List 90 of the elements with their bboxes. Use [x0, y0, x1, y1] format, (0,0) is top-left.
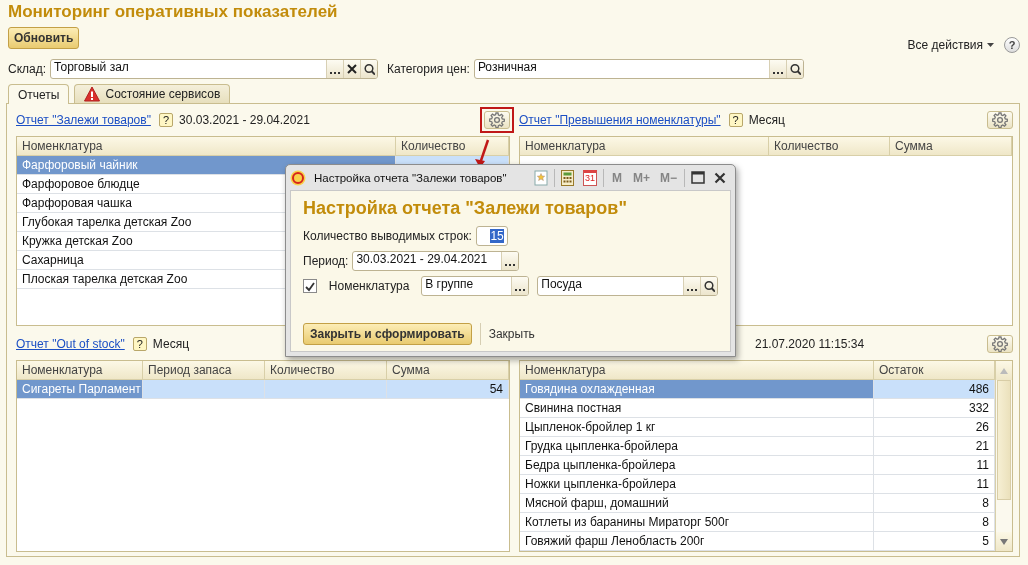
- scroll-down-icon: [1000, 538, 1008, 545]
- input-field[interactable]: 30.03.2021 - 29.04.2021: [352, 251, 520, 271]
- input-field[interactable]: Розничная: [473, 59, 804, 79]
- table-row[interactable]: Грудка цыпленка-бройлера 21: [520, 437, 995, 456]
- table-row[interactable]: Свинина постная 332: [520, 399, 995, 418]
- clear-icon: [347, 64, 358, 74]
- all-actions-menu[interactable]: Все действия: [907, 38, 994, 52]
- scrollbar[interactable]: [995, 361, 1012, 551]
- search-icon: [703, 280, 715, 292]
- input-field[interactable]: 15: [475, 226, 508, 246]
- search-icon: [788, 63, 801, 75]
- input-field[interactable]: Торговый зал: [50, 59, 379, 79]
- table-row[interactable]: Говяжий фарш Ленобласть 200г 5: [520, 532, 995, 551]
- tab[interactable]: Состояние сервисов: [74, 84, 231, 103]
- field-label: Категория цен:: [387, 62, 470, 76]
- table-cell: Бедра цыпленка-бройлера: [520, 456, 874, 475]
- table-cell: Котлеты из баранины Мираторг 500г: [520, 513, 874, 532]
- calendar-button[interactable]: 31: [580, 168, 599, 187]
- report-link[interactable]: Отчет "Залежи товаров": [16, 113, 151, 127]
- page-title: Мониторинг оперативных показателей: [7, 1, 339, 23]
- settings-icon: [489, 112, 505, 128]
- table-row[interactable]: Говядина охлажденная 486: [520, 380, 995, 399]
- choose-button[interactable]: [326, 60, 344, 78]
- table-cell: Ножки цыпленка-бройлера: [520, 475, 874, 494]
- search-button[interactable]: [700, 277, 717, 295]
- table-cell: Свинина постная: [520, 399, 874, 418]
- report-link[interactable]: Отчет "Превышения номенклатуры": [519, 113, 721, 127]
- field-label: Период:: [303, 254, 349, 268]
- caret-icon: [987, 43, 994, 47]
- tab[interactable]: Отчеты: [8, 84, 70, 104]
- report-period: Месяц: [152, 337, 190, 351]
- column-header[interactable]: Номенклатура: [520, 137, 769, 155]
- table-row[interactable]: Мясной фарш, домашний 8: [520, 494, 995, 513]
- help-button[interactable]: ?: [1004, 37, 1020, 53]
- column-header[interactable]: Номенклатура: [520, 361, 874, 379]
- table-cell: 486: [874, 380, 995, 399]
- search-icon: [363, 63, 376, 75]
- column-header[interactable]: Количество: [769, 137, 890, 155]
- input-field[interactable]: В группе: [421, 276, 530, 296]
- settings-button[interactable]: [987, 111, 1013, 129]
- column-header[interactable]: Количество: [396, 137, 509, 155]
- report-period: Месяц: [748, 113, 785, 127]
- table-cell: 54: [387, 380, 509, 399]
- app-logo-icon: [290, 169, 306, 186]
- warning-icon: [84, 86, 101, 102]
- report-link[interactable]: Отчет "Out of stock": [16, 337, 125, 351]
- calculator-icon: [561, 169, 575, 186]
- refresh-button[interactable]: Обновить: [8, 27, 80, 49]
- table-row[interactable]: Котлеты из баранины Мираторг 500г 8: [520, 513, 995, 532]
- clear-button[interactable]: [343, 60, 361, 78]
- choose-button[interactable]: [511, 277, 529, 295]
- table-cell: Грудка цыпленка-бройлера: [520, 437, 874, 456]
- help-button[interactable]: ?: [132, 337, 147, 351]
- settings-button[interactable]: [987, 335, 1013, 353]
- help-button[interactable]: ?: [728, 113, 743, 127]
- settings-icon: [992, 336, 1008, 352]
- checkbox[interactable]: [303, 279, 317, 293]
- column-header[interactable]: Сумма: [387, 361, 509, 379]
- choose-button[interactable]: [768, 60, 786, 78]
- scroll-up-icon: [1000, 367, 1008, 374]
- choose-button[interactable]: [683, 277, 700, 295]
- table-cell: Сигареты Парламент: [17, 380, 143, 399]
- table-row[interactable]: Бедра цыпленка-бройлера 11: [520, 456, 995, 475]
- close-link-button[interactable]: Закрыть: [479, 323, 537, 345]
- column-header[interactable]: Сумма: [890, 137, 1012, 155]
- column-header[interactable]: Номенклатура: [17, 361, 143, 379]
- column-header[interactable]: Период запаса: [143, 361, 265, 379]
- search-button[interactable]: [360, 60, 378, 78]
- help-button[interactable]: ?: [158, 113, 174, 127]
- maximize-icon: [691, 171, 705, 184]
- choose-button[interactable]: [501, 252, 519, 270]
- column-header[interactable]: Количество: [265, 361, 387, 379]
- submit-button[interactable]: Закрыть и сформировать: [303, 323, 472, 345]
- maximize-button[interactable]: [689, 168, 707, 187]
- report-period: 21.07.2020 11:15:34: [755, 337, 865, 351]
- checkmark-icon: [304, 280, 316, 292]
- table-row[interactable]: Сигареты Парламент 54: [17, 380, 509, 399]
- table-cell: Цыпленок-бройлер 1 кг: [520, 418, 874, 437]
- field-label: Склад:: [8, 62, 47, 76]
- table-row[interactable]: Цыпленок-бройлер 1 кг 26: [520, 418, 995, 437]
- table-row[interactable]: Ножки цыпленка-бройлера 11: [520, 475, 995, 494]
- calculator-button[interactable]: [558, 168, 577, 187]
- table-cell: Мясной фарш, домашний: [520, 494, 874, 513]
- close-icon: [714, 171, 726, 184]
- input-field[interactable]: Посуда: [537, 276, 718, 296]
- settings-icon: [992, 112, 1008, 128]
- column-header[interactable]: Номенклатура: [17, 137, 396, 155]
- table-cell: Говяжий фарш Ленобласть 200г: [520, 532, 874, 551]
- table-cell: Говядина охлажденная: [520, 380, 874, 399]
- report-period: 30.03.2021 - 29.04.2021: [179, 113, 310, 127]
